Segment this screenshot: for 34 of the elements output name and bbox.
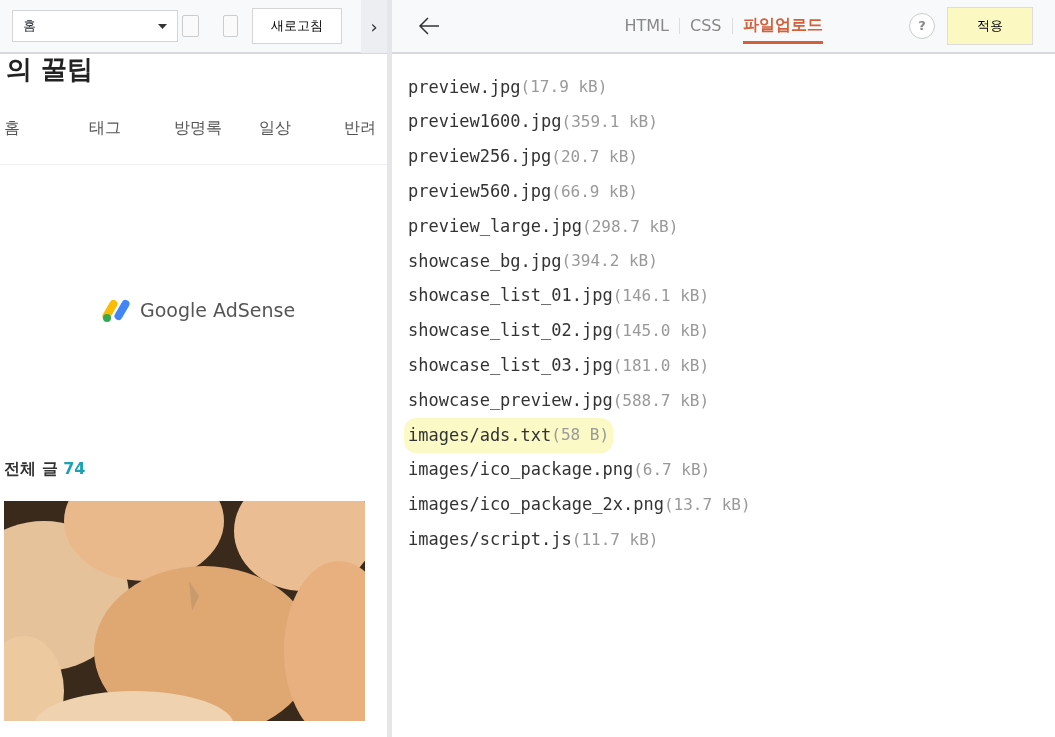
file-row[interactable]: preview_large.jpg(298.7 kB) — [404, 209, 683, 244]
apply-button[interactable]: 적용 — [947, 7, 1033, 45]
file-row[interactable]: images/ico_package.png(6.7 kB) — [404, 452, 715, 488]
page-select[interactable]: 홈 — [12, 10, 178, 42]
refresh-button[interactable]: 새로고침 — [252, 8, 342, 44]
menu-link[interactable]: 일상 — [259, 116, 344, 140]
file-row[interactable]: showcase_list_02.jpg(145.0 kB) — [404, 313, 714, 349]
file-row[interactable]: preview.jpg(17.9 kB) — [404, 70, 612, 105]
file-row[interactable]: preview560.jpg(66.9 kB) — [404, 174, 642, 210]
file-row[interactable]: images/script.js(11.7 kB) — [404, 522, 663, 558]
post-count-label: 전체 글 — [4, 459, 58, 478]
ad-label: Google AdSense — [139, 297, 296, 323]
help-button[interactable]: ? — [909, 13, 935, 39]
blog-title: 의 꿀팁 — [6, 56, 95, 82]
menu-link[interactable]: 방명록 — [174, 116, 259, 140]
back-arrow-icon[interactable] — [418, 17, 440, 35]
file-row[interactable]: showcase_preview.jpg(588.7 kB) — [404, 383, 714, 418]
highlighted-file-row[interactable]: images/ads.txt(58 B) — [404, 417, 614, 453]
menu-link[interactable]: 반려 — [344, 116, 387, 140]
mobile-icon[interactable] — [223, 15, 238, 37]
file-row[interactable]: showcase_list_03.jpg(181.0 kB) — [404, 348, 714, 384]
file-row[interactable]: preview1600.jpg(359.1 kB) — [404, 104, 662, 140]
post-count: 74 — [63, 459, 86, 478]
caret-icon — [158, 23, 167, 29]
desktop-icon[interactable] — [182, 15, 199, 37]
file-row[interactable]: showcase_bg.jpg(394.2 kB) — [404, 244, 662, 279]
collapse-button[interactable]: › — [361, 0, 387, 53]
file-row[interactable]: preview256.jpg(20.7 kB) — [404, 139, 642, 175]
file-row[interactable]: showcase_list_01.jpg(146.1 kB) — [404, 278, 714, 314]
menu-link[interactable]: 홈 — [4, 116, 89, 140]
file-row[interactable]: images/ico_package_2x.png(13.7 kB) — [404, 487, 755, 523]
menu-link[interactable]: 태그 — [89, 116, 174, 140]
editor-tab[interactable]: 파일업로드 — [742, 8, 823, 44]
adsense-icon — [101, 297, 132, 323]
